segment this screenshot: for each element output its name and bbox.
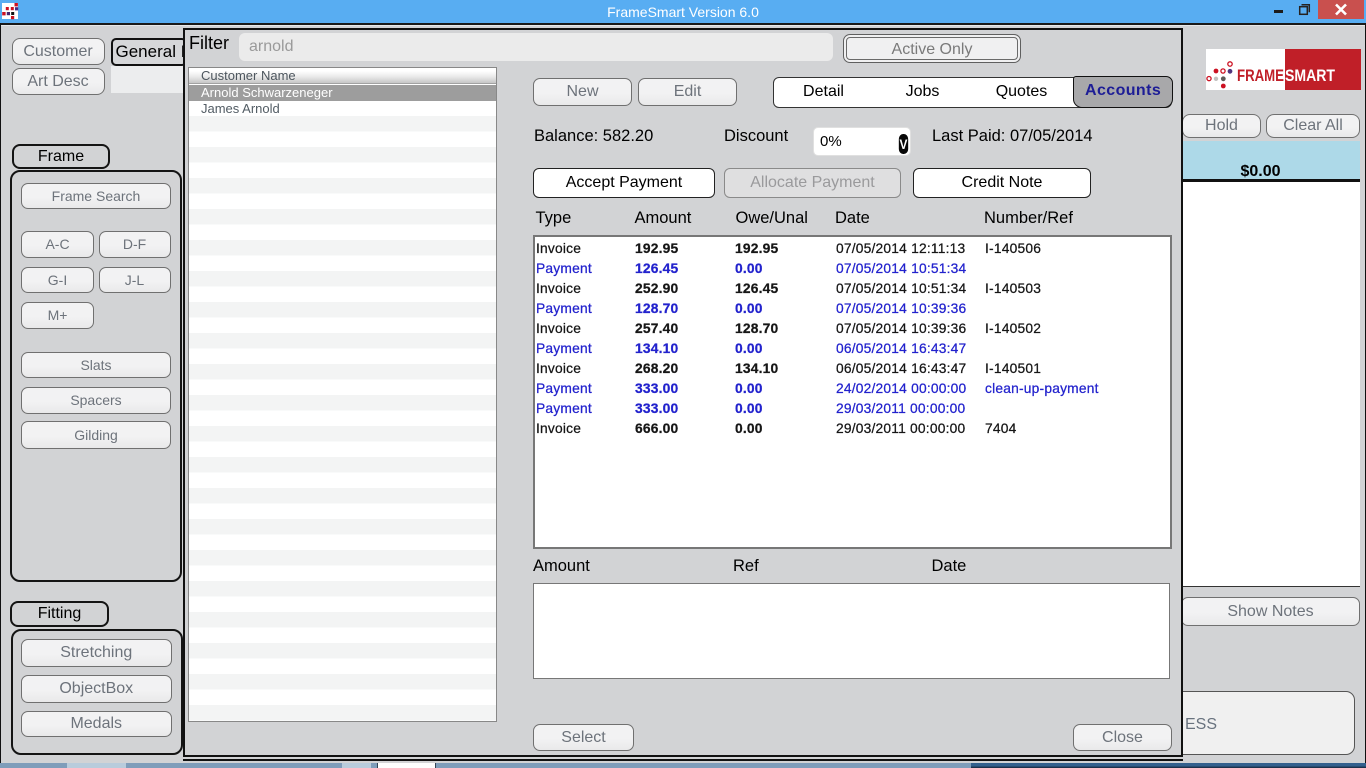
svg-text:SMART: SMART xyxy=(1285,66,1335,85)
svg-text:FRAME: FRAME xyxy=(1237,66,1284,85)
